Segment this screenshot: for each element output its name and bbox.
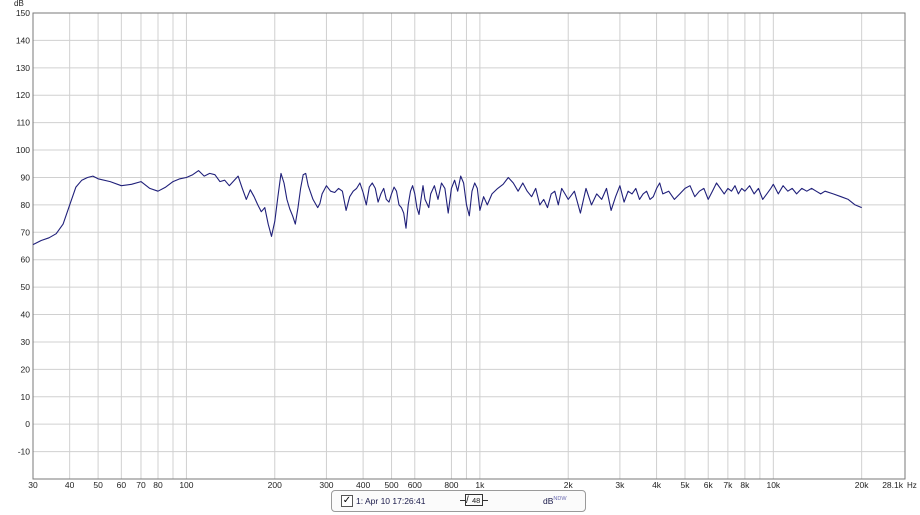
x-tick-label: 70 xyxy=(136,480,146,490)
y-tick-label: 0 xyxy=(25,419,30,429)
x-tick-label: 50 xyxy=(93,480,103,490)
x-tick-label: 30 xyxy=(28,480,38,490)
y-tick-label: 30 xyxy=(21,337,31,347)
x-tick-label: 60 xyxy=(117,480,127,490)
x-tick-label: 20k xyxy=(855,480,869,490)
measurement-legend: ✓ 1: Apr 10 17:26:41 / 48 dBNDW xyxy=(331,490,586,512)
smoothing-box: / 48 xyxy=(465,494,483,506)
y-tick-label: 20 xyxy=(21,364,31,374)
y-tick-label: 130 xyxy=(16,63,30,73)
y-tick-label: 80 xyxy=(21,200,31,210)
y-tick-label: -10 xyxy=(18,447,31,457)
x-tick-label: 500 xyxy=(384,480,398,490)
y-tick-label: 120 xyxy=(16,90,30,100)
x-tick-label: 4k xyxy=(652,480,662,490)
unit-text: dB xyxy=(543,496,554,506)
x-tick-label: 6k xyxy=(704,480,714,490)
x-tick-label: 2k xyxy=(564,480,574,490)
x-unit-label: Hz xyxy=(907,481,917,490)
unit-weighting: NDW xyxy=(553,496,567,503)
y-tick-label: 70 xyxy=(21,227,31,237)
x-tick-label: 600 xyxy=(408,480,422,490)
y-tick-label: 50 xyxy=(21,282,31,292)
x-tick-label: 1k xyxy=(475,480,485,490)
smoothing-line-right xyxy=(483,500,488,501)
smoothing-slash-icon: / xyxy=(466,495,469,506)
x-tick-label: 28.1k xyxy=(882,480,904,490)
y-tick-label: 100 xyxy=(16,145,30,155)
unit-label: dBNDW xyxy=(543,496,567,506)
x-tick-label: 200 xyxy=(268,480,282,490)
plot-background xyxy=(33,13,905,479)
y-tick-label: 60 xyxy=(21,255,31,265)
measurement-label[interactable]: 1: Apr 10 17:26:41 xyxy=(356,496,425,506)
y-tick-labels: 1501401301201101009080706050403020100-10 xyxy=(16,8,30,457)
x-tick-label: 8k xyxy=(740,480,750,490)
measurement-checkbox[interactable]: ✓ xyxy=(341,495,353,507)
smoothing-indicator[interactable]: / 48 xyxy=(460,494,490,507)
smoothing-value: 48 xyxy=(472,496,481,505)
x-tick-label: 300 xyxy=(319,480,333,490)
y-tick-label: 110 xyxy=(16,118,30,128)
x-tick-label: 80 xyxy=(153,480,163,490)
x-tick-label: 400 xyxy=(356,480,370,490)
y-unit-label: dB xyxy=(14,0,24,8)
x-tick-label: 100 xyxy=(179,480,193,490)
y-tick-label: 10 xyxy=(21,392,31,402)
x-tick-label: 40 xyxy=(65,480,75,490)
x-tick-labels: 30 40 50 60 70 80 100 200 300 400 500 600 800 1k 2k 3k 4… xyxy=(28,480,903,490)
x-tick-label: 10k xyxy=(766,480,780,490)
y-tick-label: 140 xyxy=(16,35,30,45)
y-tick-label: 40 xyxy=(21,310,31,320)
y-tick-label: 90 xyxy=(21,172,31,182)
x-tick-label: 3k xyxy=(615,480,625,490)
x-tick-label: 800 xyxy=(444,480,458,490)
x-tick-label: 5k xyxy=(681,480,691,490)
spl-chart: 1501401301201101009080706050403020100-10… xyxy=(14,0,917,490)
y-tick-label: 150 xyxy=(16,8,30,18)
x-tick-label: 7k xyxy=(723,480,733,490)
